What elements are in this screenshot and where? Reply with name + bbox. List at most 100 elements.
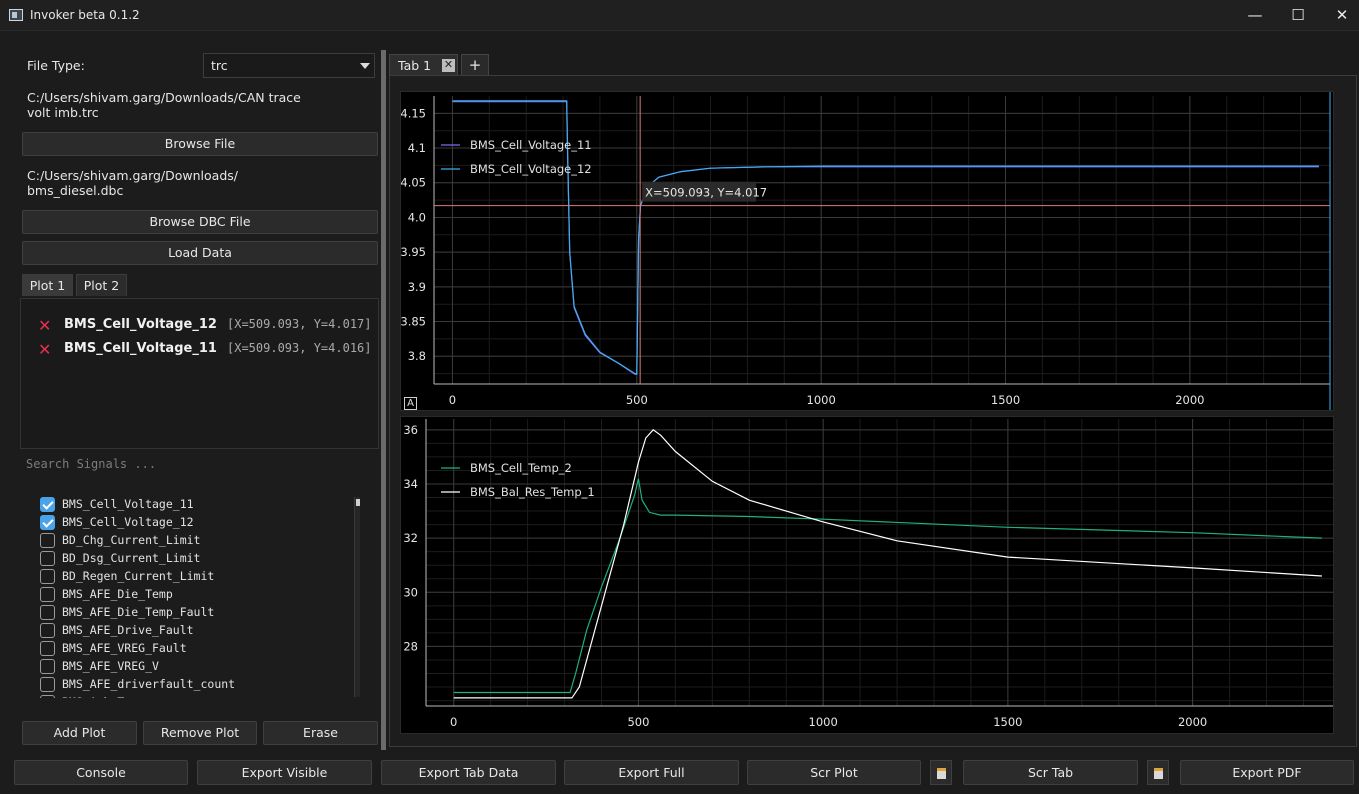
dbc-file-path: C:/Users/shivam.garg/Downloads/ bms_dies… xyxy=(27,168,327,198)
legend-label: BMS_Bal_Res_Temp_1 xyxy=(470,485,595,499)
trace-path-line-1: C:/Users/shivam.garg/Downloads/CAN trace xyxy=(27,90,301,105)
title-bar: Invoker beta 0.1.2 — ☐ ✕ xyxy=(0,0,1359,31)
y-tick-label: 30 xyxy=(403,585,418,599)
browse-dbc-button[interactable]: Browse DBC File xyxy=(22,210,378,234)
voltage-plot[interactable]: 0 500 1000 1500 2000 3.8 3.85 3.9 3.95 4.0 4.05 4.1… xyxy=(400,91,1334,411)
maximize-button[interactable]: ☐ xyxy=(1276,0,1320,31)
y-tick-label: 3.85 xyxy=(401,315,426,329)
clipboard-icon xyxy=(937,768,946,779)
dropdown-arrow-icon xyxy=(360,63,370,69)
signal-name: BMS_AFE_Die_Temp xyxy=(62,587,173,601)
x-tick-label: 500 xyxy=(627,715,649,729)
add-tab-button[interactable]: + xyxy=(461,54,489,76)
legend-signal-name: BMS_Cell_Voltage_12 xyxy=(64,317,217,332)
signal-name: BD_Dsg_Current_Limit xyxy=(62,551,201,565)
signal-checkbox[interactable] xyxy=(40,587,55,602)
scr-plot-button[interactable]: Scr Plot xyxy=(747,760,921,785)
remove-icon[interactable]: ✕ xyxy=(38,340,51,360)
app-icon xyxy=(9,9,23,21)
x-tick-label: 2000 xyxy=(1178,715,1207,729)
y-tick-label: 3.8 xyxy=(408,349,426,363)
y-tick-label: 34 xyxy=(403,477,418,491)
tab-plot-2[interactable]: Plot 2 xyxy=(76,274,127,296)
y-tick-label: 4.05 xyxy=(401,176,426,190)
tab-1[interactable]: Tab 1 ✕ xyxy=(389,54,458,76)
x-tick-label: 0 xyxy=(450,715,457,729)
signal-name: BMS_Cell_Voltage_12 xyxy=(62,515,194,529)
scr-tab-button[interactable]: Scr Tab xyxy=(963,760,1138,785)
tab-plot-1[interactable]: Plot 1 xyxy=(22,274,73,296)
signal-checkbox[interactable] xyxy=(40,569,55,584)
x-tick-label: 1500 xyxy=(991,393,1020,407)
file-type-select[interactable]: trc xyxy=(203,53,375,78)
signal-checkbox[interactable] xyxy=(40,605,55,620)
signal-name: BD_Regen_Current_Limit xyxy=(62,569,215,583)
legend-label: BMS_Cell_Temp_2 xyxy=(470,461,572,475)
signal-name: BMS_AFE_VREG_Fault xyxy=(62,641,187,655)
export-full-button[interactable]: Export Full xyxy=(564,760,739,785)
signal-name: BMS_AFE_Drive_Fault xyxy=(62,623,194,637)
tab-close-icon[interactable]: ✕ xyxy=(442,59,455,72)
y-tick-label: 3.9 xyxy=(408,280,426,294)
signal-checkbox[interactable] xyxy=(40,497,55,512)
signal-name: BMS_Cell_Voltage_11 xyxy=(62,497,194,511)
selected-signals-legend: ✕ BMS_Cell_Voltage_12 [X=509.093, Y=4.01… xyxy=(20,298,379,449)
remove-plot-button[interactable]: Remove Plot xyxy=(143,721,257,745)
signal-checkbox[interactable] xyxy=(40,677,55,692)
copy-tab-clipboard-button[interactable] xyxy=(1147,760,1169,785)
signal-checkbox[interactable] xyxy=(40,551,55,566)
signal-checkbox[interactable] xyxy=(40,695,55,698)
clipboard-icon xyxy=(1154,768,1163,779)
x-tick-label: 500 xyxy=(626,393,648,407)
signal-name: BMS_Amb_Temp xyxy=(62,695,145,698)
scrollbar-thumb[interactable] xyxy=(356,499,360,506)
signal-name: BMS_AFE_Die_Temp_Fault xyxy=(62,605,215,619)
signal-checkbox[interactable] xyxy=(40,659,55,674)
y-tick-label: 3.95 xyxy=(401,245,426,259)
panel-splitter[interactable] xyxy=(381,50,386,750)
signal-name: BD_Chg_Current_Limit xyxy=(62,533,201,547)
y-tick-label: 28 xyxy=(403,639,418,653)
file-type-value: trc xyxy=(211,58,228,73)
add-plot-button[interactable]: Add Plot xyxy=(22,721,137,745)
signal-checkbox[interactable] xyxy=(40,623,55,638)
signal-checkbox[interactable] xyxy=(40,533,55,548)
console-button[interactable]: Console xyxy=(14,760,188,785)
cursor-readout: X=509.093, Y=4.017 xyxy=(645,186,767,200)
legend-cursor-value: [X=509.093, Y=4.017] xyxy=(227,317,372,331)
y-tick-label: 4.0 xyxy=(408,210,426,224)
minimize-button[interactable]: — xyxy=(1233,0,1277,31)
copy-plot-clipboard-button[interactable] xyxy=(930,760,952,785)
legend-signal-name: BMS_Cell_Voltage_11 xyxy=(64,341,217,356)
browse-file-button[interactable]: Browse File xyxy=(22,132,378,156)
y-tick-label: 36 xyxy=(403,423,418,437)
x-tick-label: 1000 xyxy=(809,715,838,729)
legend-label: BMS_Cell_Voltage_12 xyxy=(470,162,592,176)
file-type-label: File Type: xyxy=(27,58,85,73)
export-pdf-button[interactable]: Export PDF xyxy=(1180,760,1354,785)
dbc-path-line-2: bms_diesel.dbc xyxy=(27,183,124,198)
load-data-button[interactable]: Load Data xyxy=(22,241,378,265)
auto-range-button[interactable]: A xyxy=(404,397,417,410)
trace-path-line-2: volt imb.trc xyxy=(27,105,99,120)
signal-list: BMS_Cell_Voltage_11 BMS_Cell_Voltage_12 BD… xyxy=(20,490,365,698)
signal-name: BMS_AFE_driverfault_count xyxy=(62,677,236,691)
tab-1-label: Tab 1 xyxy=(398,58,432,73)
signal-list-scrollbar[interactable] xyxy=(354,497,360,697)
legend-cursor-value: [X=509.093, Y=4.016] xyxy=(227,341,372,355)
y-tick-label: 4.15 xyxy=(401,106,426,120)
export-visible-button[interactable]: Export Visible xyxy=(197,760,372,785)
signal-checkbox[interactable] xyxy=(40,641,55,656)
legend-label: BMS_Cell_Voltage_11 xyxy=(470,138,592,152)
export-tab-data-button[interactable]: Export Tab Data xyxy=(381,760,556,785)
x-tick-label: 2000 xyxy=(1175,393,1204,407)
erase-button[interactable]: Erase xyxy=(263,721,378,745)
close-window-button[interactable]: ✕ xyxy=(1320,0,1359,31)
signal-checkbox[interactable] xyxy=(40,515,55,530)
temperature-plot[interactable]: 0 500 1000 1500 2000 28 30 32 34 36 BMS_Cell_Temp_… xyxy=(400,416,1334,734)
dbc-path-line-1: C:/Users/shivam.garg/Downloads/ xyxy=(27,168,238,183)
search-signals-input[interactable]: Search Signals ... xyxy=(20,454,379,476)
trace-file-path: C:/Users/shivam.garg/Downloads/CAN trace… xyxy=(27,90,327,120)
remove-icon[interactable]: ✕ xyxy=(38,316,51,336)
x-tick-label: 1500 xyxy=(993,715,1022,729)
